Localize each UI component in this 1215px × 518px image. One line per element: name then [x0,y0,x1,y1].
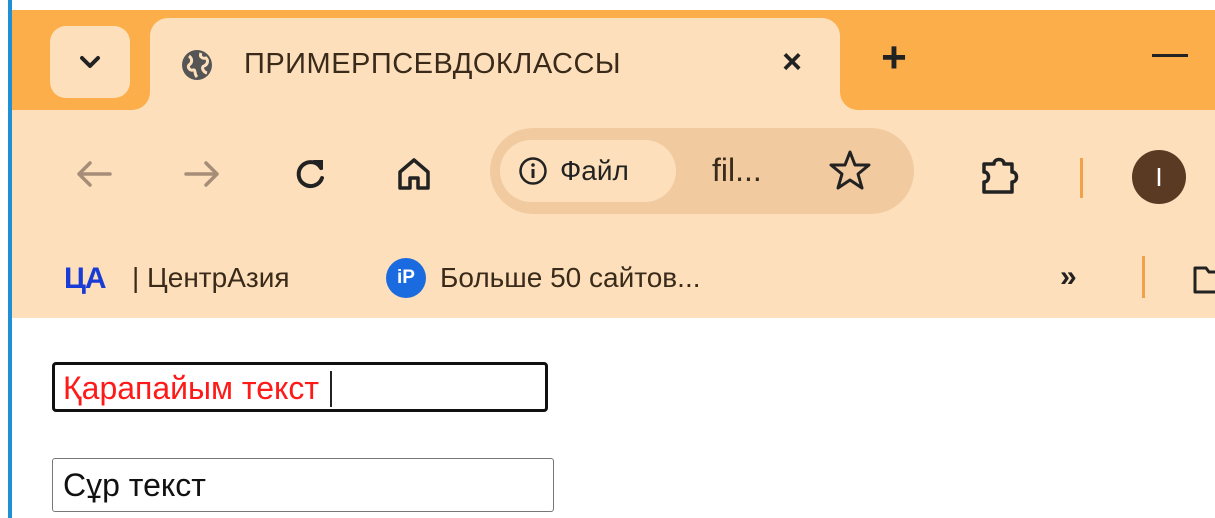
arrow-left-icon [77,161,112,187]
input-value: Қарапайым текст [63,370,320,406]
tab-title: ПРИМЕРПСЕВДОКЛАССЫ [244,48,622,80]
puzzle-icon[interactable] [976,152,1024,200]
chevron-down-icon [80,56,100,68]
page-content: Қарапайым текст Сұр текст [12,318,1215,518]
bookmarks-separator [1142,256,1145,298]
reload-button[interactable] [286,150,334,198]
reload-icon [296,160,324,189]
toolbar-separator [1080,158,1083,198]
tab-curve-right [840,92,858,110]
tab-close-button[interactable]: × [772,42,812,82]
bookmark-logo-centrasia[interactable]: ЦА [64,262,107,296]
folder-icon[interactable] [1192,260,1215,296]
address-bar[interactable]: Файл fil... [490,128,914,214]
tab-search-button[interactable] [50,26,130,98]
text-input[interactable]: Сұр текст [52,458,554,512]
globe-icon [182,50,212,80]
forward-button[interactable] [178,150,226,198]
home-icon [398,158,430,190]
text-input-focused[interactable]: Қарапайым текст [52,362,548,412]
home-button[interactable] [390,150,438,198]
site-info-chip[interactable]: Файл [500,140,676,202]
site-info-label: Файл [560,155,629,186]
new-tab-button[interactable]: + [872,36,916,80]
browser-chrome: ПРИМЕРПСЕВДОКЛАССЫ × + Файл fil... I ЦА … [12,10,1215,318]
back-button[interactable] [70,150,118,198]
arrow-right-icon [184,161,219,187]
input-value: Сұр текст [63,467,206,503]
background-window-edge [0,0,12,518]
url-text[interactable]: fil... [712,152,762,189]
profile-avatar[interactable]: I [1132,150,1186,204]
bookmark-logo-ip[interactable]: iP [386,258,426,298]
bookmarks-overflow-button[interactable]: » [1060,260,1077,294]
text-caret [330,371,332,407]
bookmark-label-centrasia[interactable]: | ЦентрАзия [132,262,290,294]
tab-active[interactable]: ПРИМЕРПСЕВДОКЛАССЫ × [150,18,840,110]
minimize-button[interactable] [1152,54,1188,57]
tab-curve-left [132,92,150,110]
bookmark-label-sites[interactable]: Больше 50 сайтов... [440,262,701,294]
star-icon[interactable] [826,146,874,194]
info-icon [519,157,547,185]
